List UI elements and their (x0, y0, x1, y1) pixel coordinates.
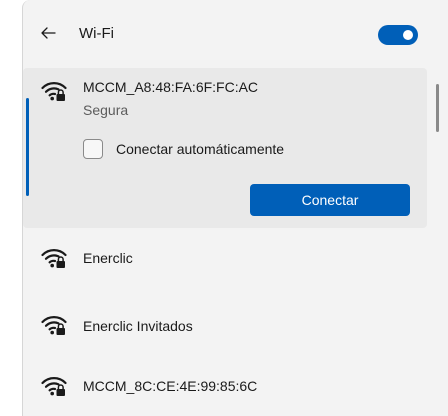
selected-network-item[interactable]: MCCM_A8:48:FA:6F:FC:AC Segura Conectar a… (23, 68, 427, 228)
page-title: Wi-Fi (79, 25, 114, 42)
scrollbar[interactable] (436, 84, 439, 132)
selection-indicator (26, 98, 29, 196)
wifi-secured-icon (41, 316, 67, 335)
wifi-panel: Wi-Fi MCCM_A8:48:FA:6F:FC:AC Segura Cone… (22, 0, 448, 416)
auto-connect-label[interactable]: Conectar automáticamente (116, 141, 284, 157)
auto-connect-checkbox[interactable] (83, 139, 103, 159)
network-name: Enerclic Invitados (83, 318, 193, 334)
network-name: MCCM_A8:48:FA:6F:FC:AC (83, 79, 259, 95)
network-security-status: Segura (83, 102, 129, 118)
wifi-secured-icon (41, 249, 67, 268)
connect-button[interactable]: Conectar (250, 184, 410, 216)
network-item-enerclic-invitados[interactable]: Enerclic Invitados (23, 294, 427, 358)
wifi-header: Wi-Fi (23, 0, 448, 70)
wifi-secured-icon (41, 377, 67, 396)
network-name: MCCM_8C:CE:4E:99:85:6C (83, 378, 258, 394)
wifi-toggle[interactable] (378, 25, 418, 45)
toggle-knob (403, 30, 413, 40)
network-item-enerclic[interactable]: Enerclic (23, 227, 427, 291)
network-name: Enerclic (83, 250, 133, 266)
network-item-mccm-8c[interactable]: MCCM_8C:CE:4E:99:85:6C (23, 352, 427, 416)
back-arrow-icon[interactable] (39, 24, 57, 42)
wifi-secured-icon (41, 82, 67, 101)
